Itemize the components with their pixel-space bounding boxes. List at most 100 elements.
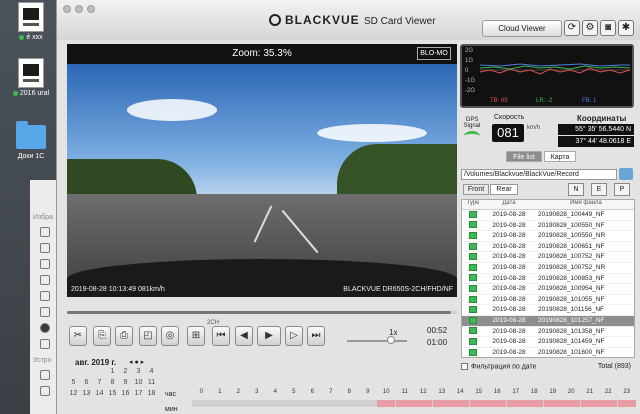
timeline-recording-segment[interactable] bbox=[562, 400, 581, 407]
calendar-day[interactable]: 3 bbox=[132, 368, 145, 379]
calendar-day[interactable]: 12 bbox=[67, 390, 80, 401]
desktop-icon[interactable] bbox=[40, 275, 50, 285]
timeline-hour[interactable]: 0 bbox=[192, 389, 211, 399]
camera-switch-icon[interactable]: ◎ bbox=[161, 326, 179, 346]
desktop-file-1[interactable]: é xxx bbox=[8, 2, 54, 41]
timeline-recording-segment[interactable] bbox=[506, 400, 525, 407]
timeline-hour[interactable]: 23 bbox=[618, 389, 637, 399]
calendar-day[interactable]: 14 bbox=[93, 390, 106, 401]
cloud-viewer-button[interactable]: Cloud Viewer bbox=[482, 20, 562, 37]
timeline-recording-segment[interactable] bbox=[451, 400, 470, 407]
timeline-hour[interactable]: 2 bbox=[229, 389, 248, 399]
timeline-hour[interactable]: 18 bbox=[525, 389, 544, 399]
timeline-hour[interactable]: 10 bbox=[377, 389, 396, 399]
export-icon[interactable]: ⎘ bbox=[93, 326, 111, 346]
volume-slider[interactable] bbox=[347, 340, 407, 342]
calendar-day[interactable]: 6 bbox=[80, 379, 93, 390]
file-row[interactable]: 2019-08-28 20190828_101055_NF bbox=[462, 295, 634, 306]
zoom-window-button[interactable] bbox=[87, 5, 95, 13]
calendar-day[interactable]: 15 bbox=[106, 390, 119, 401]
timeline-hour[interactable]: 22 bbox=[599, 389, 618, 399]
previous-frame-icon[interactable]: ◀ bbox=[235, 326, 253, 346]
disk-icon[interactable] bbox=[40, 370, 50, 380]
tab-file-list[interactable]: File list bbox=[506, 151, 542, 162]
timeline-recording-segment[interactable] bbox=[469, 400, 488, 407]
camera-icon[interactable]: ◙ bbox=[600, 20, 616, 36]
file-row[interactable]: 2019-08-28 20190828_100449_NF bbox=[462, 210, 634, 221]
browse-folder-icon[interactable] bbox=[619, 168, 633, 180]
filter-normal-button[interactable]: N bbox=[568, 183, 584, 196]
file-row[interactable]: 2019-08-28 20190828_100550_NF bbox=[462, 221, 634, 232]
file-row[interactable]: 2019-08-28 20190828_101459_NF bbox=[462, 337, 634, 348]
tab-map[interactable]: Карта bbox=[544, 151, 576, 162]
timeline-bar[interactable] bbox=[192, 400, 636, 407]
file-row[interactable]: 2019-08-28 20190828_100651_NF bbox=[462, 242, 634, 253]
grid-view-icon[interactable]: ⊞ bbox=[187, 326, 205, 346]
timeline-hour[interactable]: 20 bbox=[562, 389, 581, 399]
calendar-day[interactable]: 13 bbox=[80, 390, 93, 401]
timeline-recording-segment[interactable] bbox=[543, 400, 562, 407]
calendar-day[interactable]: 10 bbox=[132, 379, 145, 390]
timeline-recording-segment[interactable] bbox=[377, 400, 396, 407]
minimize-window-button[interactable] bbox=[75, 5, 83, 13]
timeline-hour[interactable]: 16 bbox=[488, 389, 507, 399]
calendar-day[interactable]: 4 bbox=[145, 368, 158, 379]
calendar-day[interactable]: 5 bbox=[67, 379, 80, 390]
timeline-hour[interactable]: 17 bbox=[507, 389, 526, 399]
timeline-hour[interactable]: 1 bbox=[211, 389, 230, 399]
folder-path[interactable]: /Volumes/Blackvue/BlackVue/Record bbox=[461, 169, 617, 180]
calendar-day[interactable]: 8 bbox=[106, 379, 119, 390]
file-row[interactable]: 2019-08-28 20190828_101257_NF bbox=[462, 315, 634, 327]
cloud-icon[interactable] bbox=[40, 259, 50, 269]
filter-parking-button[interactable]: P bbox=[614, 183, 630, 196]
calendar-day[interactable]: 18 bbox=[145, 390, 158, 401]
video-player[interactable]: Zoom: 35.3% BLO-MO 2019-08-28 10:13:49 0… bbox=[67, 44, 457, 297]
folder-icon[interactable] bbox=[40, 339, 50, 349]
airdrop-icon[interactable] bbox=[40, 227, 50, 237]
downloads-icon[interactable] bbox=[40, 323, 50, 333]
disk-icon[interactable] bbox=[40, 386, 50, 396]
close-window-button[interactable] bbox=[63, 5, 71, 13]
folder-icon[interactable] bbox=[40, 307, 50, 317]
col-date[interactable]: Дата bbox=[484, 200, 534, 209]
timeline-hour[interactable]: 7 bbox=[322, 389, 341, 399]
timeline-hour[interactable]: 9 bbox=[359, 389, 378, 399]
timeline-hour[interactable]: 15 bbox=[470, 389, 489, 399]
play-button[interactable]: ▶ bbox=[257, 326, 281, 346]
timeline-hour[interactable]: 4 bbox=[266, 389, 285, 399]
skip-forward-icon[interactable]: ⏭ bbox=[307, 326, 325, 346]
apps-icon[interactable] bbox=[40, 243, 50, 253]
timeline-hour[interactable]: 21 bbox=[581, 389, 600, 399]
calendar-day[interactable]: 2 bbox=[119, 368, 132, 379]
timeline-recording-segment[interactable] bbox=[525, 400, 544, 407]
pip-icon[interactable]: ◰ bbox=[139, 326, 157, 346]
calendar-day[interactable] bbox=[93, 368, 106, 379]
timeline-hour[interactable]: 13 bbox=[433, 389, 452, 399]
timeline-hour[interactable]: 8 bbox=[340, 389, 359, 399]
desktop-folder[interactable]: Доки 1С bbox=[8, 121, 54, 160]
calendar-day[interactable]: 17 bbox=[132, 390, 145, 401]
blo-mo-badge[interactable]: BLO-MO bbox=[417, 47, 451, 60]
timeline-recording-segment[interactable] bbox=[432, 400, 451, 407]
calendar-day[interactable]: 1 bbox=[106, 368, 119, 379]
calendar-day[interactable] bbox=[80, 368, 93, 379]
front-button[interactable]: Front bbox=[463, 184, 489, 195]
skip-back-icon[interactable]: ⏮ bbox=[212, 326, 230, 346]
next-frame-icon[interactable]: ▷ bbox=[285, 326, 303, 346]
desktop-file-2[interactable]: 2016 ural bbox=[8, 58, 54, 97]
cut-icon[interactable]: ✂ bbox=[69, 326, 87, 346]
col-type[interactable]: Type bbox=[462, 200, 484, 209]
print-icon[interactable]: ⎙ bbox=[115, 326, 133, 346]
file-row[interactable]: 2019-08-28 20190828_100853_NF bbox=[462, 274, 634, 285]
calendar-day[interactable]: 7 bbox=[93, 379, 106, 390]
col-name[interactable]: Имя файла bbox=[534, 200, 634, 209]
timeline-recording-segment[interactable] bbox=[599, 400, 618, 407]
calendar-day[interactable]: 11 bbox=[145, 379, 158, 390]
timeline-recording-segment[interactable] bbox=[617, 400, 636, 407]
timeline-hour[interactable]: 3 bbox=[248, 389, 267, 399]
file-row[interactable]: 2019-08-28 20190828_101358_NF bbox=[462, 327, 634, 338]
settings-icon[interactable]: ⚙ bbox=[582, 20, 598, 36]
file-row[interactable]: 2019-08-28 20190828_100752_NR bbox=[462, 263, 634, 274]
file-row[interactable]: 2019-08-28 20190828_101156_NF bbox=[462, 305, 634, 316]
timeline-recording-segment[interactable] bbox=[580, 400, 599, 407]
